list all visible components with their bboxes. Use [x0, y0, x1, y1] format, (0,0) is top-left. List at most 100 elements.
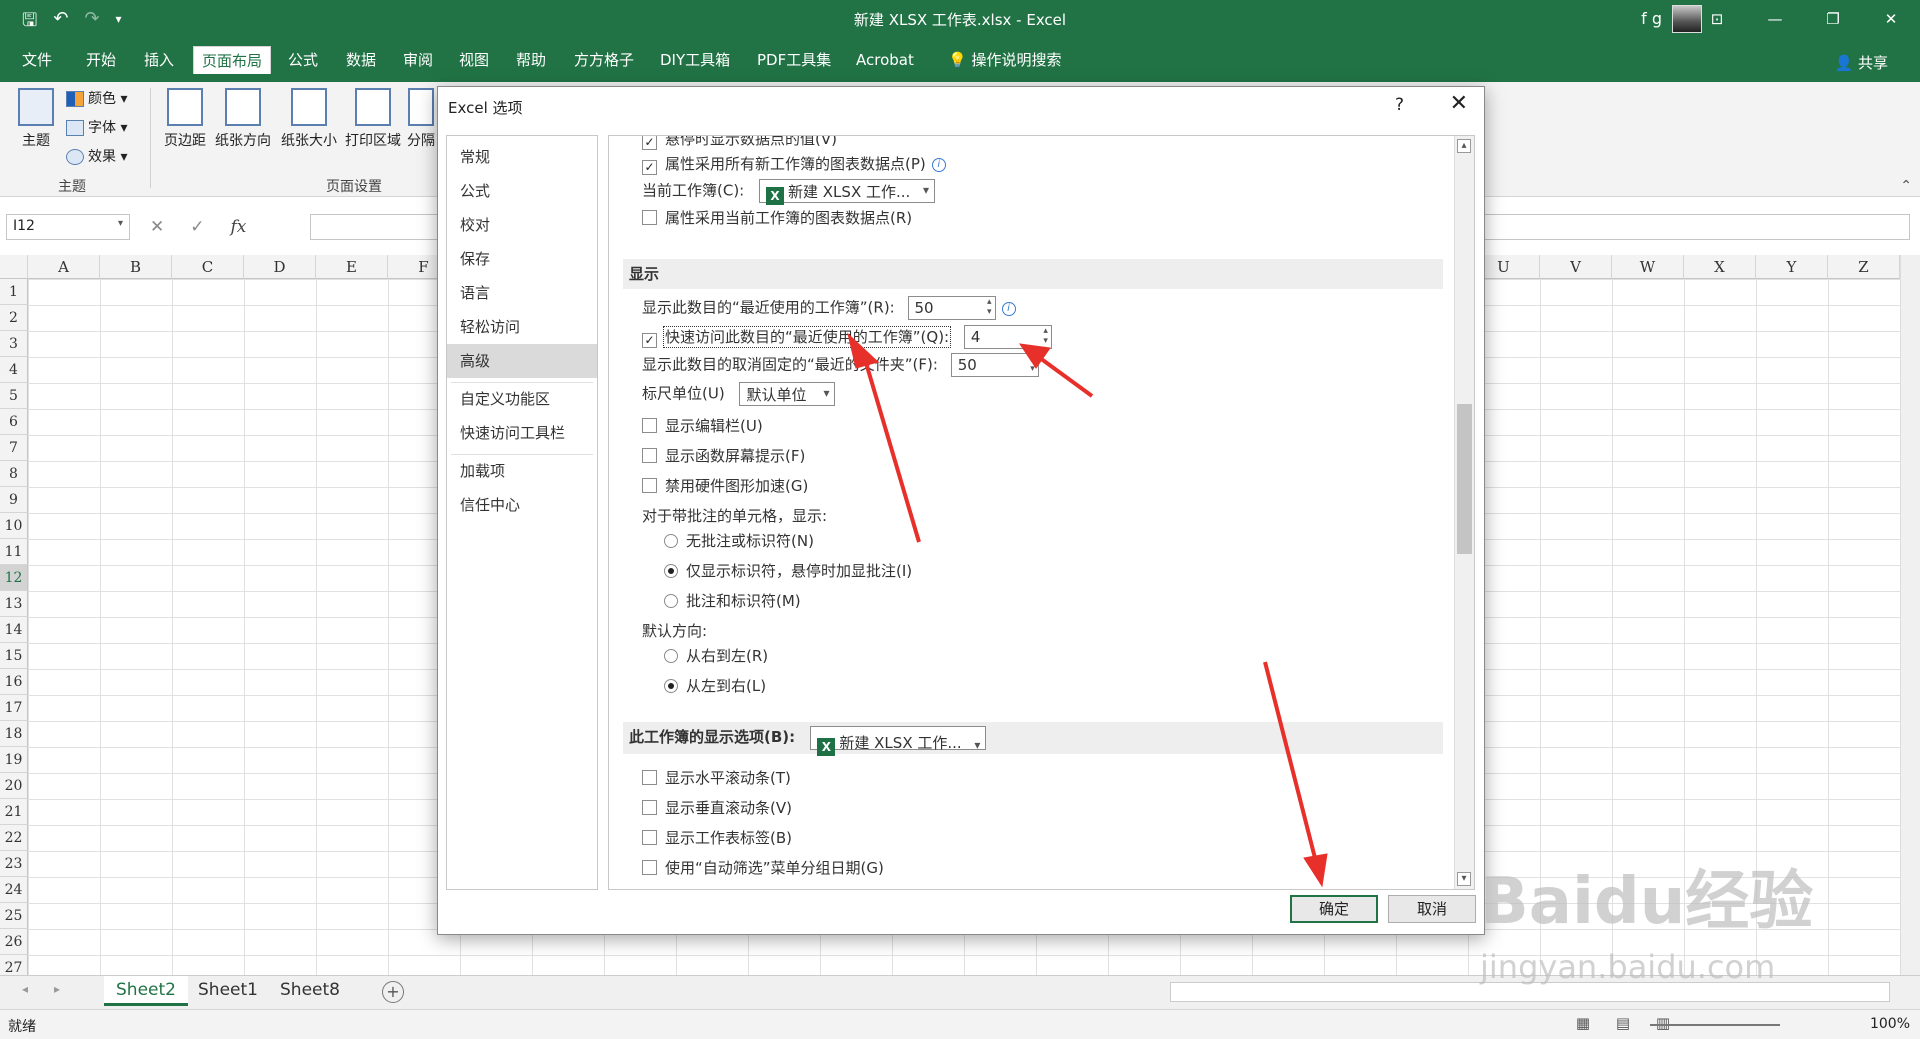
radio-on-icon[interactable] [664, 679, 678, 693]
option-h-scroll[interactable]: 显示水平滚动条(T) [642, 767, 791, 788]
row-header[interactable]: 13 [0, 591, 28, 617]
zoom-level[interactable]: 100% [1870, 1016, 1910, 1032]
nav-item-general[interactable]: 常规 [447, 140, 597, 174]
nav-item-proofing[interactable]: 校对 [447, 208, 597, 242]
checkbox-checked-icon[interactable]: ✓ [642, 136, 657, 150]
tab-file[interactable]: 文件 [14, 46, 60, 74]
nav-item-customize-ribbon[interactable]: 自定义功能区 [447, 382, 597, 416]
tab-data[interactable]: 数据 [338, 46, 384, 74]
radio-off-icon[interactable] [664, 594, 678, 608]
row-header[interactable]: 8 [0, 461, 28, 487]
option-show-formula-bar[interactable]: 显示编辑栏(U) [642, 415, 763, 436]
insert-function-button[interactable]: fx [231, 217, 247, 237]
cancel-icon[interactable]: ✕ [150, 217, 164, 237]
column-header[interactable]: D [244, 255, 316, 279]
tab-diy-toolbox[interactable]: DIY工具箱 [652, 46, 738, 74]
checkbox-unchecked-icon[interactable] [642, 210, 657, 225]
tell-me-search[interactable]: 💡 操作说明搜索 [940, 46, 1069, 74]
minimize-icon[interactable]: — [1746, 0, 1804, 38]
column-header[interactable]: W [1612, 255, 1684, 279]
close-window-icon[interactable]: ✕ [1862, 0, 1920, 38]
checkbox-unchecked-icon[interactable] [642, 448, 657, 463]
print-area-button[interactable]: 打印区域 [342, 88, 404, 150]
enter-icon[interactable]: ✓ [190, 217, 204, 237]
row-header[interactable]: 2 [0, 305, 28, 331]
row-header[interactable]: 17 [0, 695, 28, 721]
checkbox-checked-icon[interactable]: ✓ [642, 332, 657, 348]
column-header[interactable]: V [1540, 255, 1612, 279]
row-header[interactable]: 12 [0, 565, 28, 591]
radio-on-icon[interactable] [664, 564, 678, 578]
sheet-tab[interactable]: Sheet8 [268, 976, 352, 1006]
close-icon[interactable]: ✕ [1450, 91, 1468, 116]
option-show-screentips[interactable]: 显示函数屏幕提示(F) [642, 445, 805, 466]
row-header[interactable]: 22 [0, 825, 28, 851]
row-header[interactable]: 5 [0, 383, 28, 409]
ribbon-display-icon[interactable]: ⊡ [1688, 0, 1746, 38]
tab-help[interactable]: 帮助 [508, 46, 554, 74]
nav-item-language[interactable]: 语言 [447, 276, 597, 310]
add-sheet-button[interactable]: + [382, 981, 404, 1003]
option-disable-hw-accel[interactable]: 禁用硬件图形加速(G) [642, 475, 808, 496]
tab-pdf-tools[interactable]: PDF工具集 [749, 46, 839, 74]
nav-item-quick-access[interactable]: 快速访问工具栏 [447, 416, 597, 450]
option-autofilter-group[interactable]: 使用“自动筛选”菜单分组日期(G) [642, 857, 884, 878]
row-header[interactable]: 20 [0, 773, 28, 799]
collapse-ribbon-icon[interactable]: ⌃ [1900, 178, 1912, 194]
row-header[interactable]: 18 [0, 721, 28, 747]
column-header[interactable]: Z [1828, 255, 1900, 279]
options-scrollbar[interactable]: ▴ ▾ [1454, 136, 1474, 889]
zoom-slider[interactable] [1650, 1024, 1780, 1026]
column-header[interactable]: Y [1756, 255, 1828, 279]
row-header[interactable]: 23 [0, 851, 28, 877]
row-header[interactable]: 11 [0, 539, 28, 565]
tab-view[interactable]: 视图 [451, 46, 497, 74]
option-sheet-tabs[interactable]: 显示工作表标签(B) [642, 827, 792, 848]
name-box[interactable]: I12 ▾ [6, 214, 130, 240]
row-header[interactable]: 7 [0, 435, 28, 461]
checkbox-unchecked-icon[interactable] [642, 478, 657, 493]
tab-fangfang[interactable]: 方方格子 [566, 46, 642, 74]
column-header[interactable]: E [316, 255, 388, 279]
checkbox-checked-icon[interactable]: ✓ [642, 160, 657, 175]
sheet-tab[interactable]: Sheet2 [104, 976, 188, 1006]
recent-workbooks-spinner[interactable]: 50 [907, 296, 996, 320]
nav-item-addins[interactable]: 加载项 [447, 454, 597, 488]
tab-review[interactable]: 审阅 [395, 46, 441, 74]
quick-access-spinner[interactable]: 4 [963, 325, 1052, 349]
nav-item-formulas[interactable]: 公式 [447, 174, 597, 208]
page-layout-view-icon[interactable]: ▤ [1616, 1014, 1630, 1032]
row-header[interactable]: 25 [0, 903, 28, 929]
help-button[interactable]: ? [1395, 95, 1404, 115]
tab-insert[interactable]: 插入 [136, 46, 182, 74]
orientation-button[interactable]: 纸张方向 [212, 88, 274, 150]
row-header[interactable]: 1 [0, 279, 28, 305]
sheet-nav-prev-icon[interactable]: ◂ [22, 982, 28, 996]
option-v-scroll[interactable]: 显示垂直滚动条(V) [642, 797, 792, 818]
nav-item-accessibility[interactable]: 轻松访问 [447, 310, 597, 344]
row-header[interactable]: 14 [0, 617, 28, 643]
row-header[interactable]: 26 [0, 929, 28, 955]
sheet-nav-next-icon[interactable]: ▸ [54, 982, 60, 996]
cancel-button[interactable]: 取消 [1388, 895, 1476, 923]
option-hover-values[interactable]: ✓ 悬停时显示数据点的值(V) [642, 136, 837, 150]
nav-item-save[interactable]: 保存 [447, 242, 597, 276]
row-header[interactable]: 19 [0, 747, 28, 773]
checkbox-unchecked-icon[interactable] [642, 770, 657, 785]
tab-formulas[interactable]: 公式 [280, 46, 326, 74]
effects-button[interactable]: 效果 ▾ [66, 146, 127, 166]
normal-view-icon[interactable]: ▦ [1576, 1014, 1590, 1032]
workbook-display-select[interactable]: X 新建 XLSX 工作... [810, 725, 987, 760]
option-props-current-workbook[interactable]: 属性采用当前工作簿的图表数据点(R) [642, 207, 912, 228]
option-comments-and-indicators[interactable]: 批注和标识符(M) [664, 590, 801, 611]
radio-off-icon[interactable] [664, 534, 678, 548]
ruler-units-select[interactable]: 默认单位 [739, 382, 836, 406]
column-header[interactable]: X [1684, 255, 1756, 279]
option-indicators-only[interactable]: 仅显示标识符，悬停时加显批注(I) [664, 560, 912, 581]
checkbox-unchecked-icon[interactable] [642, 830, 657, 845]
option-props-all-workbooks[interactable]: ✓ 属性采用所有新工作簿的图表数据点(P) i [642, 153, 946, 175]
checkbox-unchecked-icon[interactable] [642, 418, 657, 433]
vertical-scrollbar[interactable] [1900, 255, 1920, 975]
share-button[interactable]: 👤 共享 [1835, 52, 1888, 73]
sheet-tab[interactable]: Sheet1 [186, 976, 270, 1006]
